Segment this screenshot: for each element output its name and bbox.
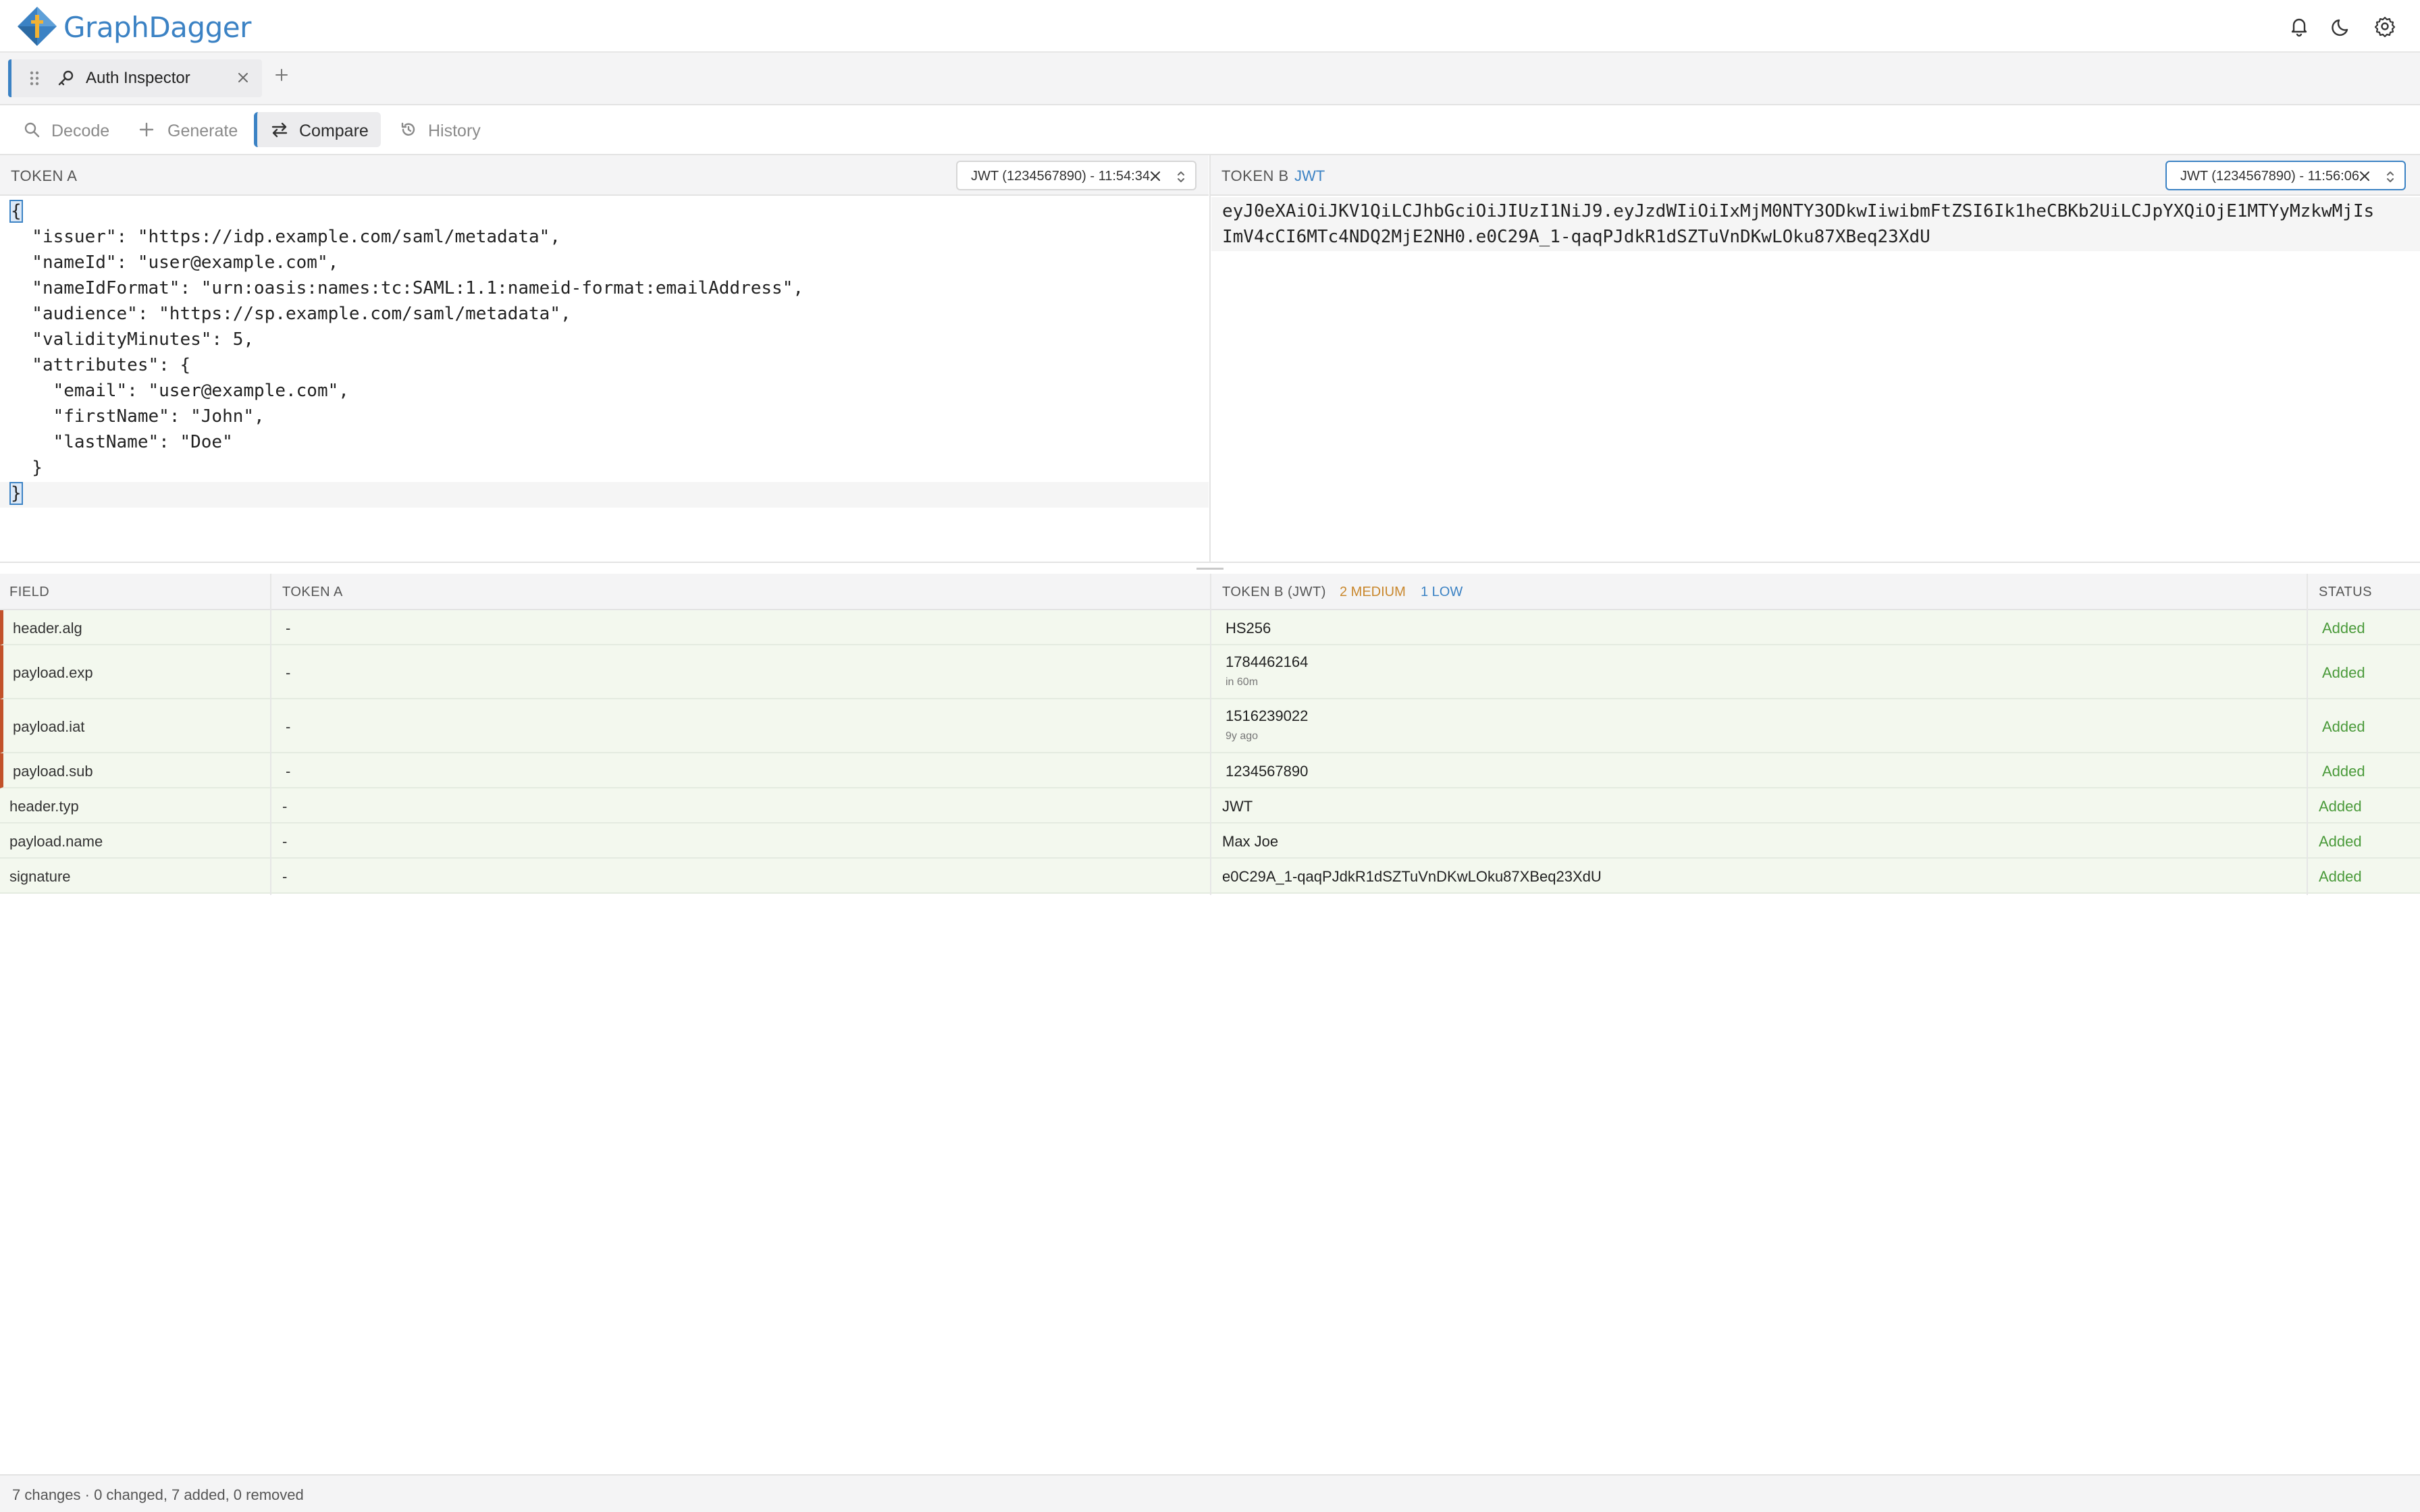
compare-button[interactable]: Compare — [254, 112, 381, 147]
bell-icon[interactable] — [2288, 15, 2311, 38]
key-icon — [58, 70, 74, 86]
token-b-editor[interactable]: eyJ0eXAiOiJKV1QiLCJhbGciOiJIUzI1NiJ9.eyJ… — [1211, 197, 2420, 251]
code-line: } — [9, 482, 23, 505]
chevron-updown-icon — [2387, 171, 2394, 182]
cell-field: payload.sub — [13, 763, 93, 780]
cell-token-a: - — [286, 620, 291, 637]
generate-button[interactable]: Generate — [126, 112, 247, 147]
cell-relative-time: in 60m — [1226, 676, 1259, 688]
column-field: FIELD — [9, 585, 50, 599]
cell-field: header.alg — [13, 620, 82, 637]
moon-icon[interactable] — [2331, 15, 2354, 38]
code-line: "validityMinutes": 5, — [11, 329, 255, 350]
token-a-selector-value: JWT (1234567890) - 11:54:34 — [971, 169, 1150, 184]
plus-icon — [139, 122, 154, 137]
cell-field: payload.iat — [13, 718, 85, 735]
chevron-updown-icon — [1178, 171, 1184, 182]
cell-token-a: - — [286, 664, 291, 681]
code-line: "issuer": "https://idp.example.com/saml/… — [11, 227, 560, 247]
split-handle[interactable] — [0, 562, 2420, 574]
status-badge: Added — [2319, 798, 2362, 815]
app-header: GraphDagger — [0, 0, 2420, 53]
pane-divider[interactable] — [1209, 155, 1211, 562]
status-badge: Added — [2322, 718, 2365, 735]
gear-icon[interactable] — [2373, 15, 2396, 38]
column-status: STATUS — [2319, 585, 2372, 599]
status-bar: 7 changes · 0 changed, 7 added, 0 remove… — [0, 1474, 2420, 1512]
cell-token-b: Max Joe — [1222, 833, 1279, 850]
tab-auth-inspector[interactable]: Auth Inspector — [8, 59, 262, 97]
cell-token-a: - — [282, 798, 288, 815]
code-line: ImV4cCI6MTc4NDQ2MjE2NH0.e0C29A_1-qaqPJdk… — [1222, 227, 1930, 247]
code-line: "email": "user@example.com", — [11, 381, 349, 401]
cell-token-a: - — [282, 833, 288, 850]
token-b-title: TOKEN B — [1221, 167, 1289, 184]
brand-name: GraphDagger — [63, 11, 251, 44]
cell-field: signature — [9, 868, 71, 885]
active-line-highlight — [0, 482, 1209, 508]
code-line: "attributes": { — [11, 355, 191, 375]
decode-button[interactable]: Decode — [7, 112, 115, 147]
tab-bar: Auth Inspector — [0, 53, 2420, 105]
cell-field: header.typ — [9, 798, 79, 815]
search-icon — [24, 122, 40, 138]
clear-icon[interactable] — [1148, 169, 1163, 184]
token-b-type-badge: JWT — [1294, 167, 1325, 184]
column-token-b: TOKEN B (JWT) — [1222, 585, 1326, 599]
mode-nav: Decode Generate Compare History — [0, 105, 2420, 155]
status-badge: Added — [2319, 868, 2362, 885]
cell-token-a: - — [286, 718, 291, 735]
cell-token-b: 1784462164 — [1226, 653, 1309, 670]
add-tab-icon[interactable] — [273, 66, 290, 84]
token-b-selector-value: JWT (1234567890) - 11:56:06 — [2180, 169, 2359, 184]
column-divider — [2307, 574, 2308, 895]
status-badge: Added — [2322, 664, 2365, 681]
swap-icon — [271, 122, 288, 138]
code-line: "audience": "https://sp.example.com/saml… — [11, 304, 571, 324]
status-badge: Added — [2319, 833, 2362, 850]
history-button[interactable]: History — [390, 112, 498, 147]
cell-token-b: HS256 — [1226, 620, 1271, 637]
cell-token-b: 1516239022 — [1226, 707, 1309, 724]
code-line: eyJ0eXAiOiJKV1QiLCJhbGciOiJIUzI1NiJ9.eyJ… — [1222, 201, 2375, 221]
status-badge: Added — [2322, 620, 2365, 637]
cell-relative-time: 9y ago — [1226, 730, 1259, 742]
cell-field: payload.exp — [13, 664, 93, 681]
history-icon — [401, 122, 415, 136]
low-count-badge: 1 LOW — [1421, 585, 1463, 599]
medium-count-badge: 2 MEDIUM — [1340, 585, 1406, 599]
code-line: "lastName": "Doe" — [11, 432, 233, 452]
token-a-editor[interactable]: { "issuer": "https://idp.example.com/sam… — [0, 197, 1209, 562]
logo-icon — [18, 7, 57, 46]
status-badge: Added — [2322, 763, 2365, 780]
column-divider — [270, 574, 271, 895]
cell-token-a: - — [282, 868, 288, 885]
cell-token-a: - — [286, 763, 291, 780]
close-tab-icon[interactable] — [236, 70, 251, 85]
cell-token-b: e0C29A_1-qaqPJdkR1dSZTuVnDKwLOku87XBeq23… — [1222, 868, 1602, 885]
token-a-selector[interactable]: JWT (1234567890) - 11:54:34 — [956, 161, 1196, 190]
cell-token-b: JWT — [1222, 798, 1253, 815]
clear-icon[interactable] — [2357, 169, 2372, 184]
code-line: "nameId": "user@example.com", — [11, 252, 339, 273]
token-a-header: TOKEN A JWT (1234567890) - 11:54:34 — [0, 155, 1209, 196]
token-b-header: TOKEN B JWT JWT (1234567890) - 11:56:06 — [1211, 155, 2420, 196]
code-line: "nameIdFormat": "urn:oasis:names:tc:SAML… — [11, 278, 804, 298]
change-summary: 7 changes · 0 changed, 7 added, 0 remove… — [12, 1486, 304, 1503]
token-a-title: TOKEN A — [11, 167, 78, 184]
code-line: "firstName": "John", — [11, 406, 265, 427]
column-token-a: TOKEN A — [282, 585, 343, 599]
cell-token-b: 1234567890 — [1226, 763, 1309, 780]
cell-field: payload.name — [9, 833, 103, 850]
tab-label: Auth Inspector — [86, 69, 190, 87]
code-line: { — [9, 200, 23, 223]
code-line: } — [11, 458, 43, 478]
token-b-selector[interactable]: JWT (1234567890) - 11:56:06 — [2165, 161, 2406, 190]
drag-handle-icon[interactable] — [28, 69, 41, 88]
column-divider — [1210, 574, 1211, 895]
